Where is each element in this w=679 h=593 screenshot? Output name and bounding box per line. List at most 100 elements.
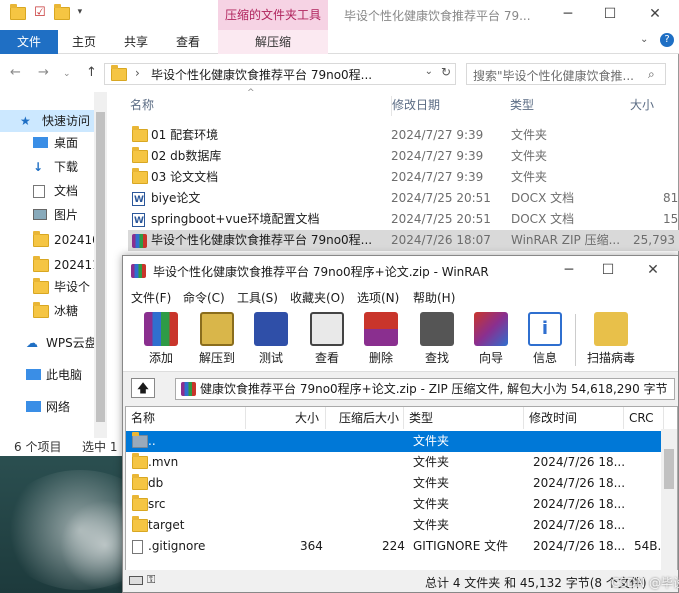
column-header-modified[interactable]: 修改时间 <box>524 407 624 429</box>
table-row[interactable]: .gitignore 364 224 GITIGNORE 文件 2024/7/2… <box>126 536 669 557</box>
file-row[interactable]: biye论文 2024/7/25 20:51 DOCX 文档 81 <box>128 188 679 211</box>
nav-item-desktop[interactable]: 桌面 <box>0 132 94 154</box>
file-row[interactable]: springboot+vue环境配置文档 2024/7/25 20:51 DOC… <box>128 209 679 232</box>
view-button[interactable]: 查看 <box>303 310 351 370</box>
zip-archive-icon <box>181 382 196 396</box>
wizard-button[interactable]: 向导 <box>467 310 515 370</box>
address-bar[interactable]: › 毕设个性化健康饮食推荐平台 79no0程... ⌄ ↻ <box>104 63 456 85</box>
forward-icon[interactable]: → <box>38 65 49 80</box>
scrollbar-thumb[interactable] <box>96 112 105 422</box>
nav-scrollbar[interactable] <box>94 92 107 438</box>
column-header-type[interactable]: 类型 <box>510 96 534 116</box>
tab-view[interactable]: 查看 <box>166 30 210 54</box>
archive-list-scrollbar[interactable] <box>661 429 677 571</box>
delete-button[interactable]: 删除 <box>357 310 405 370</box>
column-header-size[interactable]: 大小 <box>630 96 654 116</box>
sort-arrow-icon: ^ <box>286 406 294 413</box>
file-row[interactable]: 03 论文文档 2024/7/27 9:39 文件夹 <box>128 167 679 188</box>
minimize-button[interactable]: ─ <box>559 260 579 280</box>
archive-path-bar[interactable]: 健康饮食推荐平台 79no0程序+论文.zip - ZIP 压缩文件, 解包大小… <box>175 378 675 400</box>
info-button[interactable]: i 信息 <box>521 310 569 370</box>
delete-icon <box>364 312 398 346</box>
help-icon[interactable]: ? <box>660 33 674 47</box>
scrollbar-thumb[interactable] <box>664 449 674 489</box>
minimize-button[interactable]: ─ <box>558 4 578 24</box>
nav-item-folder-bingtang[interactable]: 冰糖 <box>0 300 94 322</box>
table-row[interactable]: src 文件夹 2024/7/26 18... <box>126 494 661 515</box>
nav-item-pictures[interactable]: 图片 <box>0 204 94 226</box>
test-button[interactable]: 测试 <box>247 310 295 370</box>
chevron-down-icon[interactable]: ▾ <box>78 7 83 20</box>
new-folder-icon[interactable] <box>53 4 70 20</box>
table-row[interactable]: db 文件夹 2024/7/26 18... <box>126 473 661 494</box>
menu-commands[interactable]: 命令(C) <box>183 289 225 306</box>
extract-to-button[interactable]: 解压到 <box>193 310 241 370</box>
tab-share[interactable]: 共享 <box>114 30 158 54</box>
find-button[interactable]: 查找 <box>413 310 461 370</box>
nav-item-quick-access[interactable]: ★ 快速访问 <box>0 110 94 132</box>
table-row-selected[interactable]: .. 文件夹 <box>126 431 661 452</box>
wizard-icon <box>474 312 508 346</box>
refresh-icon[interactable]: ↻ <box>441 65 451 79</box>
tab-file[interactable]: 文件 <box>0 30 58 54</box>
back-icon[interactable]: ← <box>10 65 21 80</box>
nav-item-downloads[interactable]: ↓ 下载 <box>0 156 94 178</box>
nav-item-folder-bishe[interactable]: 毕设个 <box>0 276 94 298</box>
folder-icon <box>132 453 148 469</box>
column-header-crc[interactable]: CRC <box>624 407 664 429</box>
menu-help[interactable]: 帮助(H) <box>413 289 455 306</box>
tab-home[interactable]: 主页 <box>62 30 106 54</box>
nav-item-folder-202411[interactable]: 202411 <box>0 254 94 276</box>
word-document-icon <box>132 190 145 211</box>
tab-extract[interactable]: 解压缩 <box>218 30 328 54</box>
word-document-icon <box>132 211 145 232</box>
menu-tools[interactable]: 工具(S) <box>237 289 278 306</box>
nav-item-folder-202410[interactable]: 202410 <box>0 229 94 251</box>
file-row-selected[interactable]: 毕设个性化健康饮食推荐平台 79no0程... 2024/7/26 18:07 … <box>128 230 679 251</box>
scan-virus-button[interactable]: 扫描病毒 <box>583 310 639 370</box>
breadcrumb-separator-icon: › <box>135 66 140 80</box>
nav-item-wps-cloud[interactable]: ☁ WPS云盘 <box>0 332 94 354</box>
winrar-logo-icon <box>131 264 146 278</box>
column-header-name[interactable]: 名称 <box>126 407 246 429</box>
search-input[interactable]: 搜索"毕设个性化健康饮食推... <box>466 63 666 85</box>
up-folder-button[interactable]: 🡅 <box>131 378 155 398</box>
menu-favorites[interactable]: 收藏夹(O) <box>290 289 345 306</box>
file-row[interactable]: 01 配套环境 2024/7/27 9:39 文件夹 <box>128 125 679 146</box>
file-row[interactable]: 02 db数据库 2024/7/27 9:39 文件夹 <box>128 146 679 167</box>
test-icon <box>254 312 288 346</box>
nav-item-documents[interactable]: 文档 <box>0 180 94 202</box>
picture-icon <box>33 209 47 220</box>
search-icon[interactable]: ⌕ <box>648 67 655 82</box>
close-button[interactable]: ✕ <box>645 4 665 24</box>
table-row[interactable]: target 文件夹 2024/7/26 18... <box>126 515 661 536</box>
chevron-down-icon[interactable]: ⌄ <box>640 34 648 45</box>
menu-file[interactable]: 文件(F) <box>131 289 171 306</box>
menu-options[interactable]: 选项(N) <box>357 289 399 306</box>
info-icon: i <box>528 312 562 346</box>
folder-icon <box>132 516 148 532</box>
nav-item-network[interactable]: 网络 <box>0 396 94 418</box>
breadcrumb[interactable]: 毕设个性化健康饮食推荐平台 79no0程... <box>151 66 372 83</box>
maximize-button[interactable]: ☐ <box>600 4 620 24</box>
column-header-type[interactable]: 类型 <box>404 407 524 429</box>
up-icon[interactable]: ↑ <box>86 65 97 80</box>
chevron-down-icon[interactable]: ⌄ <box>63 69 71 79</box>
desktop-icon <box>33 137 48 148</box>
column-header-date[interactable]: 修改日期 <box>391 96 440 116</box>
folder-icon <box>10 4 26 20</box>
file-icon <box>132 540 143 554</box>
nav-item-this-pc[interactable]: 此电脑 <box>0 364 94 386</box>
add-button[interactable]: 添加 <box>137 310 185 370</box>
folder-icon <box>33 256 49 272</box>
close-button[interactable]: ✕ <box>643 260 663 280</box>
maximize-button[interactable]: ☐ <box>598 260 618 280</box>
column-header-name[interactable]: 名称 <box>130 96 154 116</box>
winrar-menubar: 文件(F) 命令(C) 工具(S) 收藏夹(O) 选项(N) 帮助(H) <box>123 286 678 308</box>
chevron-down-icon[interactable]: ⌄ <box>425 66 433 77</box>
table-row[interactable]: .mvn 文件夹 2024/7/26 18... <box>126 452 661 473</box>
star-icon: ★ <box>20 114 31 128</box>
column-header-packed[interactable]: 压缩后大小 <box>326 407 404 429</box>
winrar-path-row: 🡅 健康饮食推荐平台 79no0程序+论文.zip - ZIP 压缩文件, 解包… <box>123 373 678 403</box>
checkmark-icon[interactable]: ☑ <box>34 5 46 20</box>
